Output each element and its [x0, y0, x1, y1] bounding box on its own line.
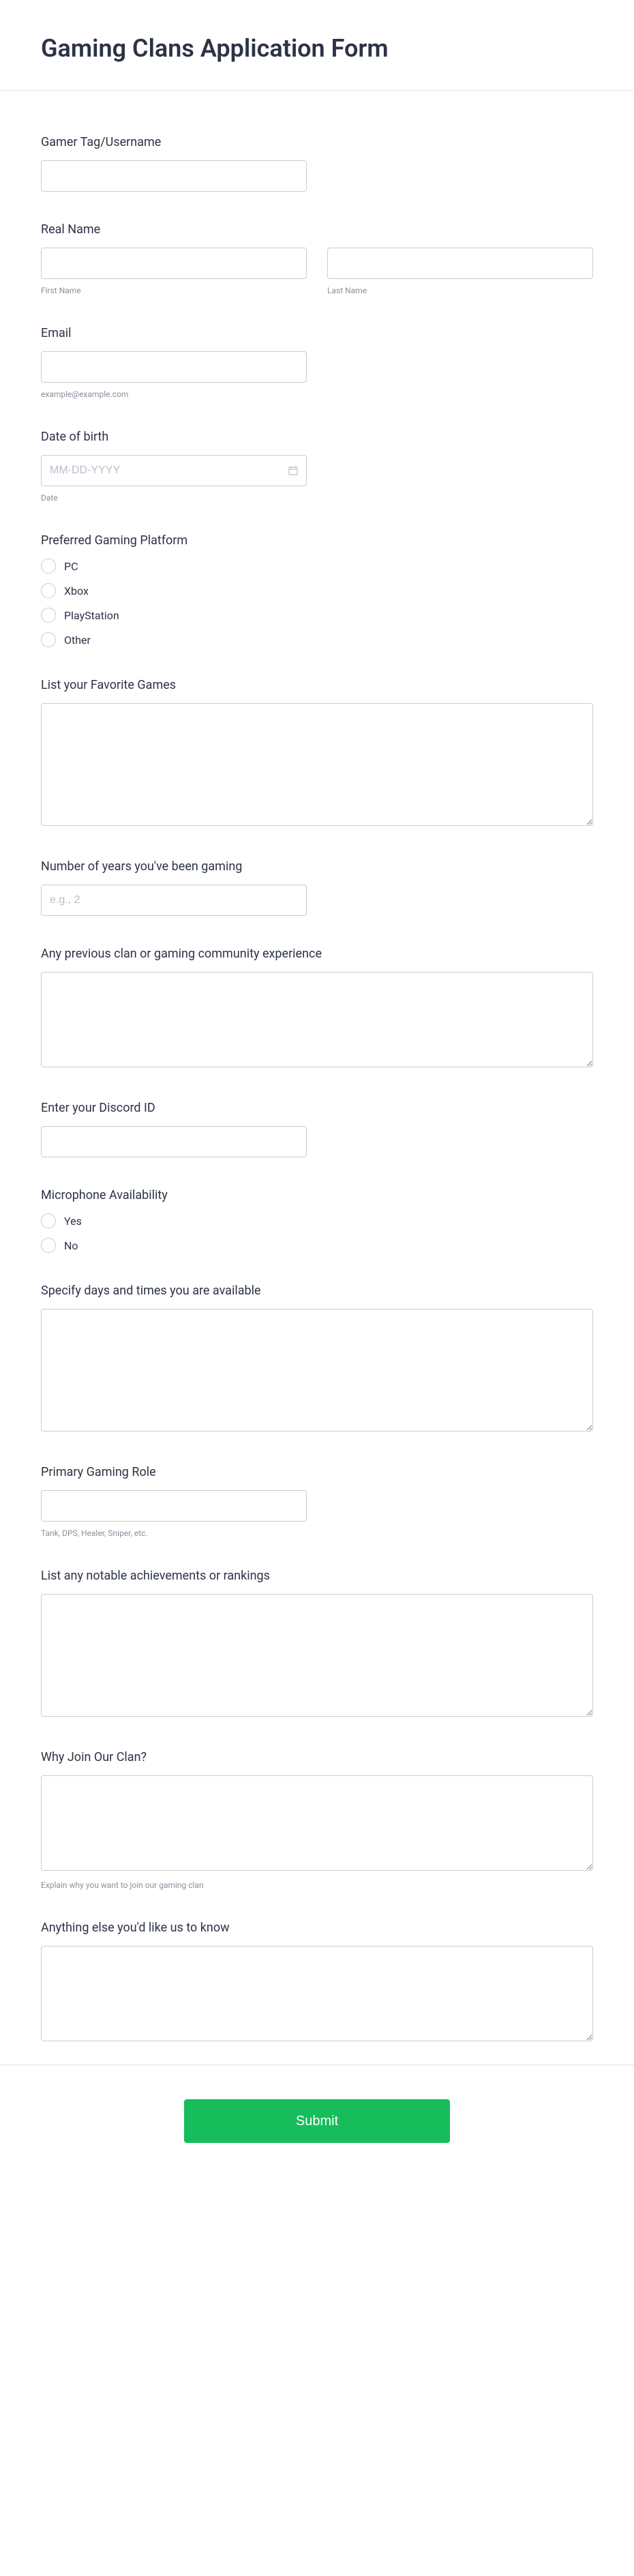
years-gaming-input[interactable]	[41, 885, 307, 916]
years-gaming-label: Number of years you've been gaming	[41, 859, 593, 874]
last-name-sublabel: Last Name	[327, 286, 593, 295]
radio-icon	[41, 608, 56, 623]
first-name-input[interactable]	[41, 248, 307, 279]
why-join-input[interactable]	[41, 1775, 593, 1871]
calendar-icon	[288, 465, 299, 476]
submit-button[interactable]: Submit	[184, 2099, 450, 2143]
why-join-label: Why Join Our Clan?	[41, 1750, 593, 1764]
radio-icon	[41, 1238, 56, 1253]
radio-label: Xbox	[64, 584, 89, 597]
radio-icon	[41, 632, 56, 647]
radio-label: Yes	[64, 1215, 82, 1228]
radio-label: Other	[64, 634, 91, 647]
last-name-input[interactable]	[327, 248, 593, 279]
radio-option-yes[interactable]: Yes	[41, 1213, 593, 1228]
email-label: Email	[41, 326, 593, 340]
radio-icon	[41, 583, 56, 598]
favorite-games-input[interactable]	[41, 703, 593, 826]
radio-option-pc[interactable]: PC	[41, 559, 593, 574]
availability-input[interactable]	[41, 1309, 593, 1432]
dob-label: Date of birth	[41, 430, 593, 444]
why-join-sublabel: Explain why you want to join our gaming …	[41, 1880, 593, 1890]
role-input[interactable]	[41, 1490, 307, 1522]
dob-sublabel: Date	[41, 493, 593, 503]
real-name-label: Real Name	[41, 222, 593, 237]
radio-label: PlayStation	[64, 609, 119, 622]
radio-option-xbox[interactable]: Xbox	[41, 583, 593, 598]
dob-input[interactable]	[41, 455, 307, 486]
radio-label: No	[64, 1239, 78, 1252]
email-sublabel: example@example.com	[41, 389, 593, 399]
mic-availability-label: Microphone Availability	[41, 1188, 593, 1202]
radio-option-playstation[interactable]: PlayStation	[41, 608, 593, 623]
achievements-input[interactable]	[41, 1594, 593, 1717]
role-sublabel: Tank, DPS, Healer, Sniper, etc.	[41, 1528, 593, 1538]
page-title: Gaming Clans Application Form	[41, 34, 593, 63]
radio-icon	[41, 559, 56, 574]
discord-input[interactable]	[41, 1126, 307, 1157]
form-header: Gaming Clans Application Form	[0, 0, 634, 91]
radio-label: PC	[64, 560, 78, 573]
prev-experience-input[interactable]	[41, 972, 593, 1067]
anything-else-input[interactable]	[41, 1946, 593, 2041]
prev-experience-label: Any previous clan or gaming community ex…	[41, 947, 593, 961]
gamer-tag-input[interactable]	[41, 160, 307, 192]
favorite-games-label: List your Favorite Games	[41, 678, 593, 692]
availability-label: Specify days and times you are available	[41, 1284, 593, 1298]
first-name-sublabel: First Name	[41, 286, 307, 295]
radio-option-other[interactable]: Other	[41, 632, 593, 647]
achievements-label: List any notable achievements or ranking…	[41, 1569, 593, 1583]
discord-label: Enter your Discord ID	[41, 1101, 593, 1115]
radio-icon	[41, 1213, 56, 1228]
email-input[interactable]	[41, 351, 307, 383]
platform-label: Preferred Gaming Platform	[41, 533, 593, 548]
form-footer: Submit	[0, 2064, 634, 2177]
gamer-tag-label: Gamer Tag/Username	[41, 135, 593, 149]
form-body: Gamer Tag/Username Real Name First Name …	[0, 91, 634, 2064]
role-label: Primary Gaming Role	[41, 1465, 593, 1479]
radio-option-no[interactable]: No	[41, 1238, 593, 1253]
anything-else-label: Anything else you'd like us to know	[41, 1921, 593, 1935]
